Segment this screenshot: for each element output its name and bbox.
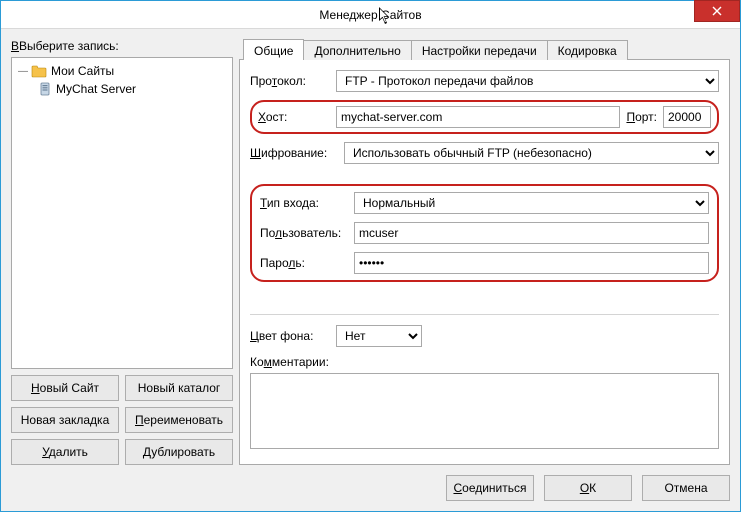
tab-advanced[interactable]: Дополнительно <box>303 40 411 60</box>
tree-root-my-sites[interactable]: — Мои Сайты <box>16 62 228 80</box>
comments-textarea[interactable] <box>250 373 719 449</box>
host-highlight-group: Хост:Хост: Порт:Порт: <box>250 100 719 134</box>
new-folder-button[interactable]: Новый каталог <box>125 375 233 401</box>
tree-item-label: MyChat Server <box>56 82 136 96</box>
login-highlight-group: Тип входа:Тип входа: Нормальный Пользова… <box>250 184 719 282</box>
dialog-footer: СоединитьсяСоединиться ОКОК Отмена <box>11 465 730 501</box>
site-manager-window: Менеджер Сайтов ВВыберите запись:Выберит… <box>0 0 741 512</box>
password-input[interactable] <box>354 252 709 274</box>
protocol-select[interactable]: FTP - Протокол передачи файлов <box>336 70 719 92</box>
new-site-button[interactable]: Новый СайтНовый Сайт <box>11 375 119 401</box>
collapse-icon[interactable]: — <box>18 66 27 77</box>
divider <box>250 314 719 315</box>
host-label: Хост:Хост: <box>258 110 330 124</box>
bgcolor-select[interactable]: Нет <box>336 325 422 347</box>
tab-charset[interactable]: Кодировка <box>547 40 628 60</box>
tab-general[interactable]: Общие <box>243 39 304 60</box>
rename-button[interactable]: ПереименоватьПереименовать <box>125 407 233 433</box>
delete-button[interactable]: УдалитьУдалить <box>11 439 119 465</box>
user-label: Пользователь:Пользователь: <box>260 226 348 240</box>
tree-item-mychat-server[interactable]: MyChat Server <box>16 80 228 98</box>
server-icon <box>38 82 52 96</box>
logon-type-label: Тип входа:Тип входа: <box>260 196 348 210</box>
window-title: Менеджер Сайтов <box>319 8 421 22</box>
password-label: Пароль:Пароль: <box>260 256 348 270</box>
encryption-select[interactable]: Использовать обычный FTP (небезопасно) <box>344 142 719 164</box>
sites-tree[interactable]: — Мои Сайты MyChat Server <box>11 57 233 369</box>
connect-button[interactable]: СоединитьсяСоединиться <box>446 475 534 501</box>
duplicate-button[interactable]: Дублировать <box>125 439 233 465</box>
ok-button[interactable]: ОКОК <box>544 475 632 501</box>
tab-transfer[interactable]: Настройки передачи <box>411 40 548 60</box>
titlebar: Менеджер Сайтов <box>1 1 740 29</box>
protocol-label: Протокол:Протокол: <box>250 74 330 88</box>
bgcolor-label: Цвет фона:Цвет фона: <box>250 329 330 343</box>
user-input[interactable] <box>354 222 709 244</box>
port-input[interactable] <box>663 106 711 128</box>
comments-label: Комментарии:Комментарии: <box>250 355 719 369</box>
port-label: Порт:Порт: <box>626 110 657 124</box>
encryption-label: Шифрование:Шифрование: <box>250 146 338 160</box>
tree-root-label: Мои Сайты <box>51 64 114 78</box>
window-close-button[interactable] <box>694 0 740 22</box>
general-panel: Протокол:Протокол: FTP - Протокол переда… <box>239 59 730 465</box>
host-input[interactable] <box>336 106 620 128</box>
close-icon <box>712 6 722 16</box>
folder-icon <box>31 64 47 78</box>
cancel-button[interactable]: Отмена <box>642 475 730 501</box>
logon-type-select[interactable]: Нормальный <box>354 192 709 214</box>
select-entry-label: ВВыберите запись:Выберите запись: <box>11 39 233 53</box>
tab-strip: Общие Дополнительно Настройки передачи К… <box>243 37 730 59</box>
new-bookmark-button[interactable]: Новая закладка <box>11 407 119 433</box>
